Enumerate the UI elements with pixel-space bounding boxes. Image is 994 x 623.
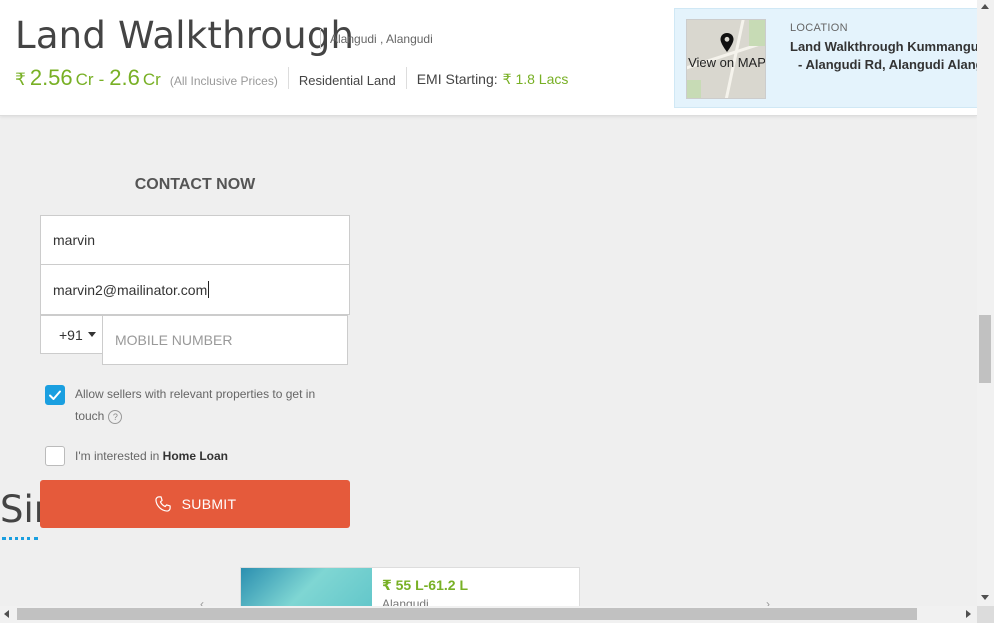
page-viewport: Land Walkthrough Alangudi , Alangudi ₹2.… <box>0 0 977 606</box>
property-header: Land Walkthrough Alangudi , Alangudi ₹2.… <box>0 0 977 116</box>
allow-sellers-label: Allow sellers with relevant properties t… <box>75 383 335 427</box>
price-range: ₹2.56 Cr -2.6 Cr <box>15 65 161 91</box>
horizontal-scrollbar[interactable] <box>0 606 977 623</box>
scrollbar-corner <box>977 606 994 623</box>
location-label: LOCATION <box>790 22 848 34</box>
horizontal-scroll-thumb[interactable] <box>17 608 917 620</box>
submit-button[interactable]: SUBMIT <box>40 480 350 528</box>
title-location: Alangudi , Alangudi <box>320 29 433 49</box>
price-low: 2.56 <box>29 65 73 90</box>
address-line-2: - Alangudi Rd, Alangudi Alangudi <box>798 57 977 72</box>
title-underline-dots <box>2 537 38 540</box>
emi-label: EMI Starting: <box>416 71 498 87</box>
divider <box>287 67 289 89</box>
scroll-up-icon[interactable] <box>981 4 989 9</box>
page-title: Land Walkthrough <box>15 14 355 57</box>
map-pin-icon <box>720 33 734 52</box>
vertical-scrollbar[interactable] <box>977 0 994 606</box>
scroll-right-icon[interactable] <box>966 610 971 618</box>
location-address: Land Walkthrough Kummangudi - Alangudi R… <box>790 38 977 74</box>
carousel-prev-icon[interactable]: ‹ <box>200 597 204 606</box>
contact-now-title: CONTACT NOW <box>134 176 256 193</box>
mobile-number-field[interactable] <box>102 315 348 365</box>
email-field[interactable]: marvin2@mailinator.com <box>40 264 350 315</box>
checkmark-icon <box>49 390 61 400</box>
carousel-next-icon[interactable]: › <box>766 597 770 606</box>
card-price: ₹ 55 L-61.2 L <box>382 577 468 593</box>
rupee-symbol: ₹ <box>15 70 26 89</box>
scroll-down-icon[interactable] <box>981 595 989 600</box>
text-caret <box>208 281 210 298</box>
location-card: View on MAP LOCATION Land Walkthrough Ku… <box>674 8 977 108</box>
card-location: Alangudi <box>382 597 429 606</box>
property-thumbnail <box>241 568 372 606</box>
scroll-left-icon[interactable] <box>4 610 9 618</box>
home-loan-checkbox[interactable] <box>45 446 65 466</box>
home-loan-label: I'm interested in Home Loan <box>75 445 228 467</box>
emi-info: EMI Starting: ₹ 1.8 Lacs <box>417 71 569 88</box>
country-code-select[interactable]: +91 <box>40 315 103 354</box>
submit-label: SUBMIT <box>181 496 237 512</box>
view-on-map-button[interactable]: View on MAP <box>686 19 766 99</box>
help-icon[interactable]: ? <box>108 409 123 424</box>
price-row: ₹2.56 Cr -2.6 Cr (All Inclusive Prices) Res… <box>15 62 568 94</box>
property-type: Residential Land <box>298 72 396 88</box>
price-low-unit: Cr <box>75 70 94 89</box>
address-line-1: Land Walkthrough Kummangudi <box>790 39 977 54</box>
chevron-down-icon <box>87 332 96 337</box>
price-note: (All Inclusive Prices) <box>169 73 278 88</box>
emi-value: ₹ 1.8 Lacs <box>502 71 569 87</box>
home-loan-bold: Home Loan <box>162 449 229 463</box>
mobile-number-input[interactable] <box>115 332 347 348</box>
email-value: marvin2@mailinator.com <box>53 281 208 298</box>
divider <box>405 67 407 89</box>
similar-property-card[interactable]: ₹ 55 L-61.2 L Alangudi <box>240 567 580 606</box>
allow-sellers-checkbox[interactable] <box>45 385 65 405</box>
name-value: marvin <box>53 232 96 248</box>
home-loan-prefix: I'm interested in <box>75 449 160 463</box>
name-field[interactable]: marvin <box>40 215 350 265</box>
price-high: 2.6 <box>109 65 140 90</box>
price-separator: - <box>98 70 105 89</box>
vertical-scroll-thumb[interactable] <box>979 315 991 383</box>
country-code-value: +91 <box>59 326 83 343</box>
price-high-unit: Cr <box>142 70 161 89</box>
view-on-map-label: View on MAP <box>688 55 766 70</box>
phone-icon <box>154 496 171 512</box>
